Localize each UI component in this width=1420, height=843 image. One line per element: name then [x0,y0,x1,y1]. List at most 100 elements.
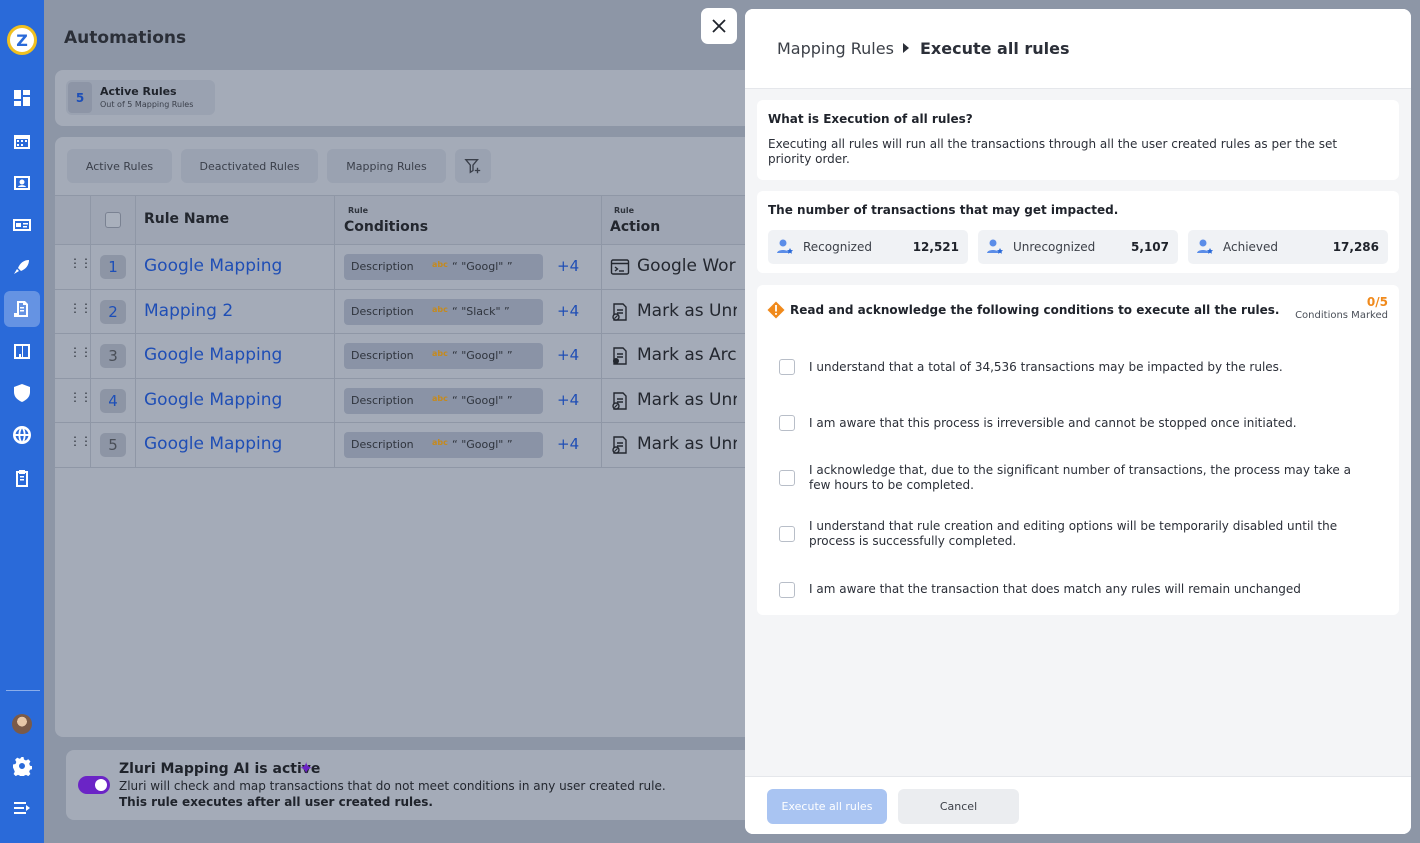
drawer-footer: Execute all rules Cancel [745,776,1411,834]
condition-pill[interactable]: Description abc “ "Googl" ” [344,254,543,280]
dashboard-icon[interactable] [8,84,36,112]
page-title: Automations [64,28,187,48]
conditions-marked-label: Conditions Marked [1295,310,1388,321]
table-row[interactable]: ⋮⋮ 2 Mapping 2 Description abc “ "Slack"… [55,289,765,334]
stat-recognized-label: Recognized [803,240,872,254]
active-rules-label: Active Rules [100,85,177,98]
rule-name-link[interactable]: Google Mapping [144,256,282,276]
warning-icon [767,301,785,319]
id-card-icon[interactable] [8,211,36,239]
more-conditions-link[interactable]: +4 [557,302,579,320]
rules-panel: Active Rules Deactivated Rules Mapping R… [55,137,765,737]
tab-active-rules[interactable]: Active Rules [67,149,172,183]
condition-value: “ "Googl" ” [452,349,513,362]
app-logo[interactable]: Z [7,25,37,55]
rule-priority-badge: 5 [100,433,126,457]
condition-value: “ "Googl" ” [452,438,513,451]
text-match-icon: abc [432,349,448,358]
more-conditions-link[interactable]: +4 [557,435,579,453]
rules-table: Rule Name Rule Conditions Rule Action ⋮⋮… [55,195,765,468]
condition-field: Description [351,393,414,407]
text-match-icon: abc [432,393,448,403]
mapping-ai-note: This rule executes after all user create… [119,795,433,809]
cancel-button[interactable]: Cancel [898,789,1019,824]
calendar-icon[interactable] [8,127,36,155]
impact-title: The number of transactions that may get … [768,203,1119,217]
select-all-checkbox[interactable] [105,212,121,228]
rule-priority-badge: 4 [100,388,126,413]
rule-action: Google Work [637,256,737,276]
breadcrumb-current: Execute all rules [920,39,1070,58]
sidebar-divider [6,690,40,691]
rule-name-link[interactable]: Google Mapping [144,345,282,365]
drag-handle-icon[interactable]: ⋮⋮ [69,435,92,447]
sidebar: Z [0,0,44,843]
summary-card: 5 Active Rules Out of 5 Mapping Rules [55,70,765,126]
rule-action: Mark as Unre [637,434,737,454]
building-icon[interactable] [8,337,36,365]
more-conditions-link[interactable]: +4 [557,391,579,409]
shield-icon[interactable] [8,379,36,407]
rule-priority-badge: 2 [100,299,126,324]
table-row[interactable]: ⋮⋮ 3 Google Mapping Description abc “ "G… [55,334,765,379]
close-drawer-button[interactable] [701,8,737,44]
drag-handle-icon[interactable]: ⋮⋮ [69,346,92,358]
condition-value: “ "Slack" ” [452,304,510,318]
users-star-icon [1197,239,1213,254]
stat-recognized: Recognized 12,521 [768,230,968,264]
rocket-icon[interactable] [8,253,36,281]
table-row[interactable]: ⋮⋮ 1 Google Mapping Description abc “ "G… [55,245,765,290]
tab-deactivated-rules[interactable]: Deactivated Rules [181,149,318,183]
drag-handle-icon[interactable]: ⋮⋮ [69,257,92,269]
condition-text: I acknowledge that, due to the significa… [809,463,1351,492]
condition-checkbox[interactable] [779,526,795,542]
condition-checkbox[interactable] [779,415,795,431]
execute-all-rules-button[interactable]: Execute all rules [767,789,887,824]
condition-text: I am aware that the transaction that doe… [809,582,1301,596]
rule-name-link[interactable]: Mapping 2 [144,301,233,321]
condition-pill[interactable]: Description abc “ "Googl" ” [344,432,543,458]
active-rules-subtitle: Out of 5 Mapping Rules [100,100,194,109]
condition-checkbox[interactable] [779,470,795,486]
mapping-ai-title: Zluri Mapping AI is active [119,761,321,777]
tab-mapping-rules[interactable]: Mapping Rules [327,149,446,183]
text-match-icon: abc [432,304,448,314]
stat-achieved-value: 17,286 [1332,240,1379,254]
clipboard-icon[interactable] [8,464,36,492]
mapping-ai-banner: Zluri Mapping AI is active ✦ Zluri will … [66,750,766,820]
table-row[interactable]: ⋮⋮ 4 Google Mapping Description abc “ "G… [55,378,765,423]
stat-achieved: Achieved 17,286 [1188,230,1388,264]
breadcrumb-mapping-rules[interactable]: Mapping Rules [777,39,894,58]
contacts-icon[interactable] [8,169,36,197]
drag-handle-icon[interactable]: ⋮⋮ [69,391,92,403]
automation-icon[interactable] [4,291,40,327]
mapping-ai-toggle[interactable] [78,776,110,794]
settings-icon[interactable] [8,752,36,780]
condition-pill[interactable]: Description abc “ "Googl" ” [344,387,543,414]
table-row[interactable]: ⋮⋮ 5 Google Mapping Description abc “ "G… [55,423,765,468]
condition-field: Description [351,304,414,318]
globe-icon[interactable] [8,421,36,449]
rule-name-link[interactable]: Google Mapping [144,434,282,454]
text-match-icon: abc [432,260,448,269]
conditions-marked-count: 0/5 [1366,295,1388,309]
menu-expand-icon[interactable] [8,794,36,822]
add-filter-button[interactable] [455,149,491,183]
more-conditions-link[interactable]: +4 [557,257,579,275]
avatar[interactable] [12,714,32,734]
condition-pill[interactable]: Description abc “ "Googl" ” [344,343,543,369]
rule-priority-badge: 1 [100,255,126,279]
execution-info-body: Executing all rules will run all the tra… [768,137,1338,166]
col-conditions-caption: Rule [348,206,369,215]
more-conditions-link[interactable]: +4 [557,346,579,364]
active-rules-count: 5 [68,82,92,113]
drag-handle-icon[interactable]: ⋮⋮ [69,302,92,314]
rule-name-link[interactable]: Google Mapping [144,390,282,410]
condition-checkbox[interactable] [779,582,795,598]
filter-add-icon [464,159,481,174]
condition-checkbox[interactable] [779,359,795,375]
condition-value: “ "Googl" ” [452,260,513,273]
rule-priority-badge: 3 [100,344,126,368]
condition-pill[interactable]: Description abc “ "Slack" ” [344,298,543,325]
acknowledge-title: Read and acknowledge the following condi… [790,303,1280,317]
